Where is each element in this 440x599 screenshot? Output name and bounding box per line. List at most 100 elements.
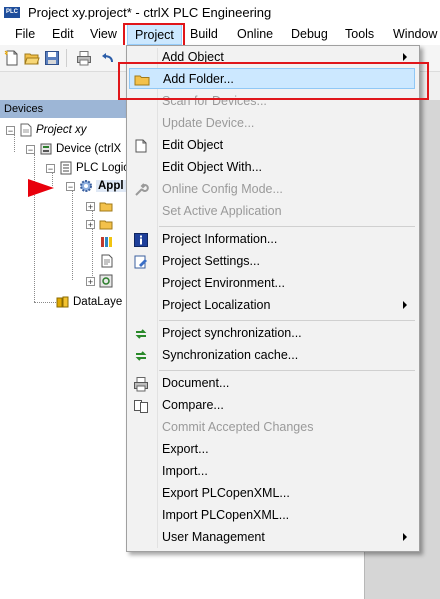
tree-node-datalayer[interactable]: DataLaye	[56, 293, 122, 311]
menu-item-label: Add Folder...	[163, 72, 234, 86]
menu-item-label: Project Information...	[162, 232, 278, 246]
task-config-icon	[99, 274, 113, 288]
application-gear-icon	[80, 180, 92, 192]
expand-icon[interactable]: +	[86, 201, 95, 211]
printer-icon	[134, 377, 148, 392]
menu-item-label: Document...	[162, 376, 230, 390]
menu-item-export-plcopenxml[interactable]: Export PLCopenXML...	[129, 483, 415, 504]
menu-item-project-environment[interactable]: Project Environment...	[129, 273, 415, 294]
tree-node-project[interactable]: − Project xy	[6, 121, 87, 139]
menu-item-set-active-application[interactable]: Set Active Application	[129, 201, 415, 222]
tree-node-device[interactable]: − Device (ctrlX	[26, 140, 121, 158]
menu-file[interactable]: File	[8, 24, 42, 45]
menu-item-label: Add Object	[162, 50, 224, 64]
expand-icon[interactable]: +	[86, 276, 95, 286]
tree-label: PLC Logic	[76, 162, 130, 174]
tree-node-child[interactable]: +	[86, 197, 116, 215]
menu-item-label: Scan for Devices...	[162, 94, 267, 108]
tree-label: Project xy	[36, 124, 87, 136]
menu-item-label: Project Settings...	[162, 254, 260, 268]
menu-item-label: User Management	[162, 530, 265, 544]
menu-item-label: Set Active Application	[162, 204, 282, 218]
tree-node-child[interactable]: +	[86, 215, 116, 233]
menu-item-label: Commit Accepted Changes	[162, 420, 314, 434]
undo-icon[interactable]	[100, 50, 116, 66]
settings-icon	[134, 255, 147, 269]
tree-node-child[interactable]: +	[86, 272, 116, 290]
folder-icon	[134, 75, 150, 86]
menu-item-project-synchronization[interactable]: Project synchronization...	[129, 323, 415, 344]
menu-item-label: Project Localization	[162, 298, 271, 312]
menu-item-label: Synchronization cache...	[162, 348, 299, 362]
menu-item-label: Import PLCopenXML...	[162, 508, 290, 522]
menu-online[interactable]: Online	[230, 24, 280, 45]
menu-item-label: Edit Object With...	[162, 160, 263, 174]
tree-node-plc-logic[interactable]: − PLC Logic	[46, 159, 129, 177]
menu-item-label: Export...	[162, 442, 209, 456]
menu-item-project-settings[interactable]: Project Settings...	[129, 251, 415, 272]
menu-build[interactable]: Build	[183, 24, 225, 45]
sync-icon	[135, 329, 147, 339]
tree-label: DataLaye	[73, 296, 123, 308]
menu-window[interactable]: Window	[386, 24, 440, 45]
window-title: Project xy.project* - ctrlX PLC Engineer…	[28, 4, 272, 20]
menu-item-add-object[interactable]: Add Object	[129, 47, 415, 68]
submenu-arrow-icon	[403, 53, 407, 61]
submenu-arrow-icon	[403, 301, 407, 309]
device-icon	[40, 143, 52, 155]
menu-item-add-folder[interactable]: Add Folder...	[129, 68, 415, 89]
menu-tools[interactable]: Tools	[338, 24, 381, 45]
menu-item-update-device[interactable]: Update Device...	[129, 113, 415, 134]
title-bar: PLC Project xy.project* - ctrlX PLC Engi…	[0, 0, 440, 24]
menu-item-edit-object-with[interactable]: Edit Object With...	[129, 157, 415, 178]
menu-item-document[interactable]: Document...	[129, 373, 415, 394]
open-folder-icon[interactable]	[24, 50, 40, 66]
print-icon[interactable]	[76, 50, 92, 66]
menu-project[interactable]: Project	[127, 24, 182, 45]
menu-item-label: Compare...	[162, 398, 224, 412]
menu-item-import-plcopenxml[interactable]: Import PLCopenXML...	[129, 505, 415, 526]
new-file-icon[interactable]	[4, 50, 20, 66]
collapse-icon[interactable]: −	[46, 163, 55, 173]
menu-item-online-config-mode[interactable]: Online Config Mode...	[129, 179, 415, 200]
menu-view[interactable]: View	[83, 24, 124, 45]
annotation-arrow	[28, 179, 54, 197]
menu-item-commit-accepted-changes[interactable]: Commit Accepted Changes	[129, 417, 415, 438]
menu-item-project-localization[interactable]: Project Localization	[129, 295, 415, 316]
menu-item-user-management[interactable]: User Management	[129, 527, 415, 548]
menu-item-compare[interactable]: Compare...	[129, 395, 415, 416]
folder-icon	[99, 202, 113, 212]
menu-bar: File Edit View Project Build Online Debu…	[0, 24, 440, 45]
menu-item-label: Export PLCopenXML...	[162, 486, 290, 500]
menu-separator	[159, 226, 415, 227]
menu-item-edit-object[interactable]: Edit Object	[129, 135, 415, 156]
menu-debug[interactable]: Debug	[284, 24, 335, 45]
info-icon	[134, 233, 148, 247]
folder-icon	[99, 220, 113, 230]
tree-node-child[interactable]	[100, 233, 117, 251]
wrench-icon	[135, 183, 149, 196]
datalayer-icon	[56, 296, 69, 308]
save-icon[interactable]	[44, 50, 60, 66]
collapse-icon[interactable]: −	[66, 181, 75, 191]
menu-separator	[159, 370, 415, 371]
tree-node-application[interactable]: − Appl	[66, 177, 126, 195]
menu-item-export[interactable]: Export...	[129, 439, 415, 460]
toolbar-separator	[66, 49, 67, 67]
menu-item-synchronization-cache[interactable]: Synchronization cache...	[129, 345, 415, 366]
collapse-icon[interactable]: −	[6, 125, 15, 135]
collapse-icon[interactable]: −	[26, 144, 35, 154]
expand-icon[interactable]: +	[86, 219, 95, 229]
menu-separator	[159, 320, 415, 321]
menu-item-scan-devices[interactable]: Scan for Devices...	[129, 91, 415, 112]
menu-item-label: Project Environment...	[162, 276, 285, 290]
tree-line	[34, 154, 35, 302]
tree-node-child[interactable]	[100, 252, 117, 270]
menu-item-project-information[interactable]: Project Information...	[129, 229, 415, 250]
sync-icon	[135, 351, 147, 361]
submenu-arrow-icon	[403, 533, 407, 541]
menu-item-import[interactable]: Import...	[129, 461, 415, 482]
menu-edit[interactable]: Edit	[45, 24, 81, 45]
plc-logic-icon	[60, 161, 72, 175]
library-icon	[101, 237, 112, 247]
